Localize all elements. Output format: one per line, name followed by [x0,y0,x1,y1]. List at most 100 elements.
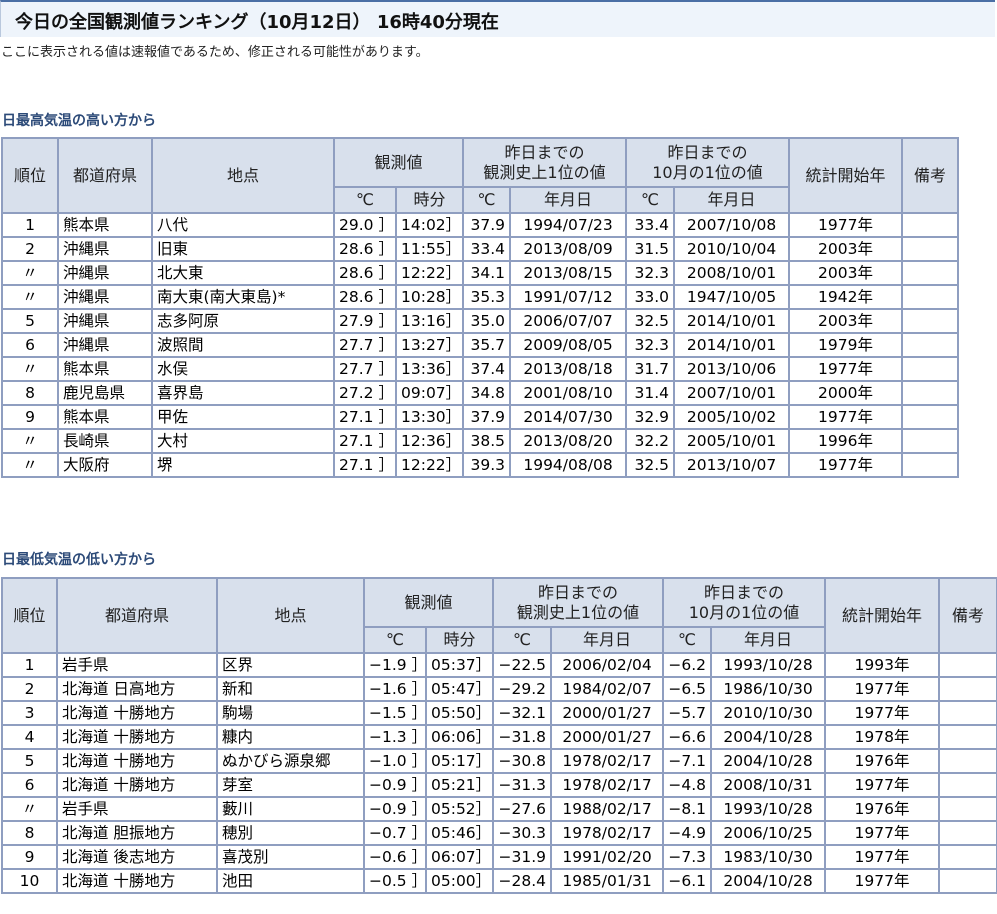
cell-site: 南大東(南大東島)* [151,284,335,310]
table-row: 〃岩手県 藪川 −0.9 ］ 05:52］ −27.6 1988/02/17 −8.1 199… [1,796,997,822]
cell-record-hist-value: −22.5 [492,652,553,678]
cell-record-hist-date: 1978/02/17 [550,772,665,798]
cell-pref: 沖縄県 [57,308,153,334]
col-site: 地点 [216,577,365,654]
cell-record-oct-date: 2004/10/28 [710,748,827,774]
section-title-high: 日最高気温の高い方から [2,113,156,129]
cell-record-hist-date: 1991/07/12 [509,284,628,310]
cell-rank: 5 [1,308,59,334]
cell-remarks [938,820,997,846]
cell-record-oct-value: −4.8 [662,772,713,798]
cell-record-oct-date: 2014/10/01 [673,332,791,358]
cell-remarks [901,212,960,238]
cell-record-hist-date: 1978/02/17 [550,748,665,774]
cell-pref: 熊本県 [57,212,153,238]
cell-record-hist-date: 2013/08/09 [509,236,628,262]
cell-obs-value: 28.6 ］ [333,260,397,286]
cell-stat-start: 1977年 [788,452,904,478]
cell-record-hist-value: −32.1 [492,700,553,726]
cell-pref: 沖縄県 [57,332,153,358]
cell-pref: 北海道 十勝地方 [56,772,218,798]
table-row: 8 鹿児島県 喜界島 27.2 ］ 09:07］ 34.8 2001/08/10 31.4 20… [1,380,960,406]
table-row: 6 北海道 十勝地方 芽室 −0.9 ］ 05:21］ −31.3 1978/02/17 −4… [1,772,997,798]
cell-obs-value: 29.0 ］ [333,212,397,238]
cell-record-hist-date: 1994/07/23 [509,212,628,238]
cell-site: 藪川 [216,796,365,822]
cell-obs-time: 12:22］ [394,260,465,286]
cell-obs-time: 11:55］ [394,236,465,262]
cell-record-oct-value: 32.9 [625,404,676,430]
cell-record-oct-value: 32.5 [625,308,676,334]
cell-site: 旧東 [151,236,335,262]
cell-record-hist-value: 33.4 [462,236,512,262]
cell-stat-start: 1976年 [824,748,941,774]
cell-pref: 北海道 胆振地方 [56,820,218,846]
col-pref: 都道府県 [56,577,218,654]
cell-site: ぬかびら源泉郷 [216,748,365,774]
col-rank: 順位 [1,137,59,214]
cell-remarks [938,676,997,702]
cell-obs-value: −0.9 ］ [363,796,427,822]
cell-record-oct-value: −6.5 [662,676,713,702]
cell-site: 水俣 [151,356,335,382]
col-celsius: ℃ [662,626,713,654]
cell-pref: 岩手県 [56,652,218,678]
cell-remarks [938,868,997,894]
cell-record-oct-date: 2004/10/28 [710,724,827,750]
cell-obs-time: 05:50］ [424,700,495,726]
cell-record-oct-value: 33.0 [625,284,676,310]
notice-text: ここに表示される値は速報値であるため、修正される可能性があります。 [1,45,429,60]
cell-stat-start: 2003年 [788,260,904,286]
cell-rank: 8 [1,820,58,846]
table-row: 〃大阪府堺 27.1 ］ 12:22］ 39.3 1994/08/08 32.5 2013/… [1,452,960,478]
cell-obs-value: −0.5 ］ [363,868,427,894]
cell-record-hist-date: 2014/07/30 [509,404,628,430]
cell-record-oct-date: 2013/10/06 [673,356,791,382]
cell-stat-start: 1977年 [824,868,941,894]
table-row: 4 北海道 十勝地方 糠内 −1.3 ］ 06:06］ −31.8 2000/01/27 −6… [1,724,997,750]
col-date: 年月日 [509,186,628,214]
cell-obs-time: 05:46］ [424,820,495,846]
cell-record-hist-value: −30.3 [492,820,553,846]
cell-record-hist-value: 34.1 [462,260,512,286]
cell-record-hist-value: 35.7 [462,332,512,358]
cell-record-hist-date: 2001/08/10 [509,380,628,406]
cell-site: 波照間 [151,332,335,358]
cell-record-oct-date: 2008/10/01 [673,260,791,286]
cell-record-oct-value: −7.1 [662,748,713,774]
cell-record-hist-value: 34.8 [462,380,512,406]
cell-rank: 4 [1,724,58,750]
cell-stat-start: 1977年 [824,700,941,726]
cell-stat-start: 2003年 [788,308,904,334]
col-time: 時分 [394,186,465,214]
cell-obs-time: 05:00］ [424,868,495,894]
cell-stat-start: 1978年 [824,724,941,750]
cell-rank: 〃 [1,284,59,310]
cell-obs-time: 05:52］ [424,796,495,822]
cell-obs-value: 28.6 ］ [333,236,397,262]
cell-remarks [938,724,997,750]
cell-obs-time: 05:17］ [424,748,495,774]
cell-obs-time: 12:22］ [394,452,465,478]
cell-rank: 9 [1,844,58,870]
cell-stat-start: 1979年 [788,332,904,358]
cell-stat-start: 1996年 [788,428,904,454]
cell-record-hist-value: 37.9 [462,404,512,430]
cell-record-hist-date: 1984/02/07 [550,676,665,702]
cell-remarks [938,772,997,798]
cell-obs-value: −1.9 ］ [363,652,427,678]
cell-rank: 2 [1,236,59,262]
table-row: 〃熊本県 水俣 27.7 ］ 13:36］ 37.4 2013/08/18 31.7 2013… [1,356,960,382]
cell-remarks [901,284,960,310]
cell-record-hist-value: −27.6 [492,796,553,822]
cell-pref: 北海道 十勝地方 [56,700,218,726]
page-title: 今日の全国観測値ランキング（10月12日） 16時40分現在 [15,12,499,33]
cell-obs-value: 27.2 ］ [333,380,397,406]
table-row: 2 北海道 日高地方 新和 −1.6 ］ 05:47］ −29.2 1984/02/07 −6… [1,676,997,702]
cell-site: 喜界島 [151,380,335,406]
cell-pref: 沖縄県 [57,236,153,262]
cell-pref: 鹿児島県 [57,380,153,406]
cell-obs-value: −1.0 ］ [363,748,427,774]
cell-pref: 北海道 十勝地方 [56,868,218,894]
cell-stat-start: 1977年 [788,404,904,430]
